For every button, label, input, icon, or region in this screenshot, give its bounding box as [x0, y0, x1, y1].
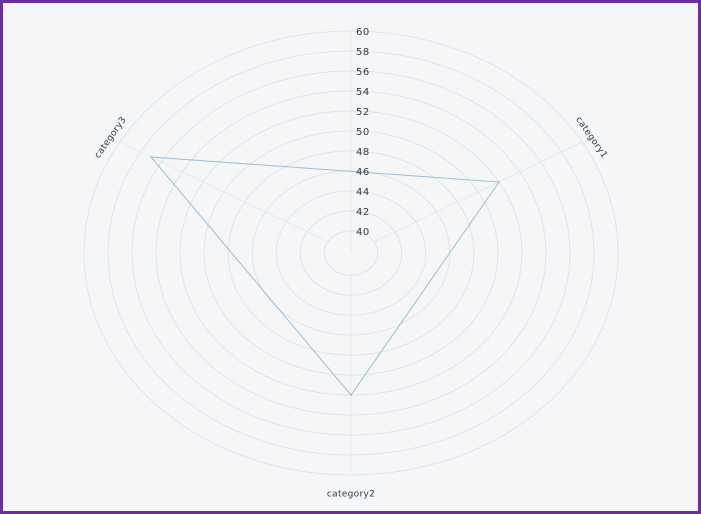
radar-spokes	[119, 31, 583, 475]
tick-label-42: 42	[356, 207, 370, 218]
category-label-category1: category1	[573, 115, 609, 160]
category-label-category3: category3	[93, 115, 129, 160]
series-line-1	[149, 156, 500, 396]
tick-label-44: 44	[356, 187, 370, 198]
series-point-category1	[498, 181, 500, 183]
tick-label-58: 58	[356, 47, 370, 58]
radar-chart: 40 42 44 46 48 50 52 54 56 58 60 category1 category…	[83, 27, 619, 499]
tick-label-54: 54	[356, 87, 370, 98]
tick-label-40: 40	[356, 227, 370, 238]
radial-tick-labels: 40 42 44 46 48 50 52 54 56 58 60	[356, 27, 370, 238]
series-point-category3	[150, 156, 152, 158]
tick-label-52: 52	[356, 107, 370, 118]
tick-label-60: 60	[356, 27, 370, 38]
tick-label-50: 50	[356, 127, 370, 138]
tick-label-46: 46	[356, 167, 370, 178]
radar-series	[149, 156, 500, 396]
series-point-category2	[350, 394, 352, 396]
tick-label-56: 56	[356, 67, 370, 78]
category-label-category2: category2	[327, 489, 375, 499]
tick-label-48: 48	[356, 147, 370, 158]
spoke-category1	[373, 141, 583, 243]
